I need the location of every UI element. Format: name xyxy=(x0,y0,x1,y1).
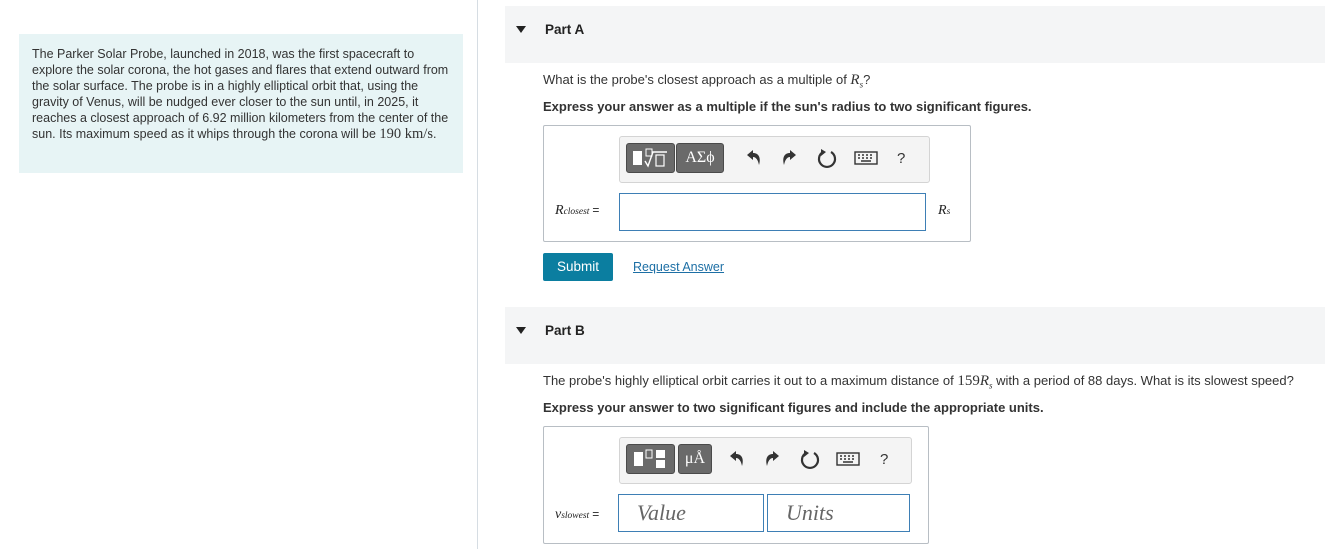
problem-statement: The Parker Solar Probe, launched in 2018… xyxy=(19,34,463,173)
part-a-math-toolbar: ΑΣϕ ? xyxy=(619,136,930,183)
part-a-instruction: Express your answer as a multiple if the… xyxy=(543,99,1032,114)
part-a-answer-box: ΑΣϕ ? Rclosest = Rs xyxy=(543,125,971,242)
problem-speed: 190 km/s xyxy=(379,126,433,142)
unit-rs-label: Rs xyxy=(938,203,951,218)
templates-icon[interactable] xyxy=(626,444,675,474)
collapse-triangle-icon[interactable] xyxy=(516,26,526,33)
part-b-math-toolbar: μÅ ? xyxy=(619,437,912,484)
part-b-instruction: Express your answer to two significant f… xyxy=(543,400,1044,415)
keyboard-icon[interactable] xyxy=(853,146,879,170)
problem-pane: The Parker Solar Probe, launched in 2018… xyxy=(0,0,478,549)
redo-icon[interactable] xyxy=(778,146,802,170)
help-icon[interactable]: ? xyxy=(897,150,905,167)
r-closest-label: Rclosest = xyxy=(555,203,600,218)
submit-button[interactable]: Submit xyxy=(543,253,613,281)
part-b-answer-box: μÅ ? vslowest = Value Units xyxy=(543,426,929,544)
v-slowest-label: vslowest = xyxy=(555,507,600,522)
reset-icon[interactable] xyxy=(798,447,822,471)
part-b-question: The probe's highly elliptical orbit carr… xyxy=(543,373,1294,391)
undo-icon[interactable] xyxy=(741,146,765,170)
redo-icon[interactable] xyxy=(761,447,785,471)
collapse-triangle-icon[interactable] xyxy=(516,327,526,334)
value-input[interactable]: Value xyxy=(618,494,764,532)
keyboard-icon[interactable] xyxy=(835,447,861,471)
r-closest-input[interactable] xyxy=(619,193,926,231)
units-button[interactable]: μÅ xyxy=(678,444,712,474)
part-b-header[interactable]: Part B xyxy=(505,307,1325,364)
part-b-title: Part B xyxy=(545,323,585,338)
part-a-title: Part A xyxy=(545,22,585,37)
greek-symbols-button[interactable]: ΑΣϕ xyxy=(676,143,724,173)
reset-icon[interactable] xyxy=(815,146,839,170)
units-input[interactable]: Units xyxy=(767,494,910,532)
part-a-question: What is the probe's closest approach as … xyxy=(543,72,871,90)
request-answer-link[interactable]: Request Answer xyxy=(633,260,724,274)
undo-icon[interactable] xyxy=(724,447,748,471)
help-icon[interactable]: ? xyxy=(880,451,888,468)
part-a-header[interactable]: Part A xyxy=(505,6,1325,63)
templates-icon[interactable] xyxy=(626,143,675,173)
